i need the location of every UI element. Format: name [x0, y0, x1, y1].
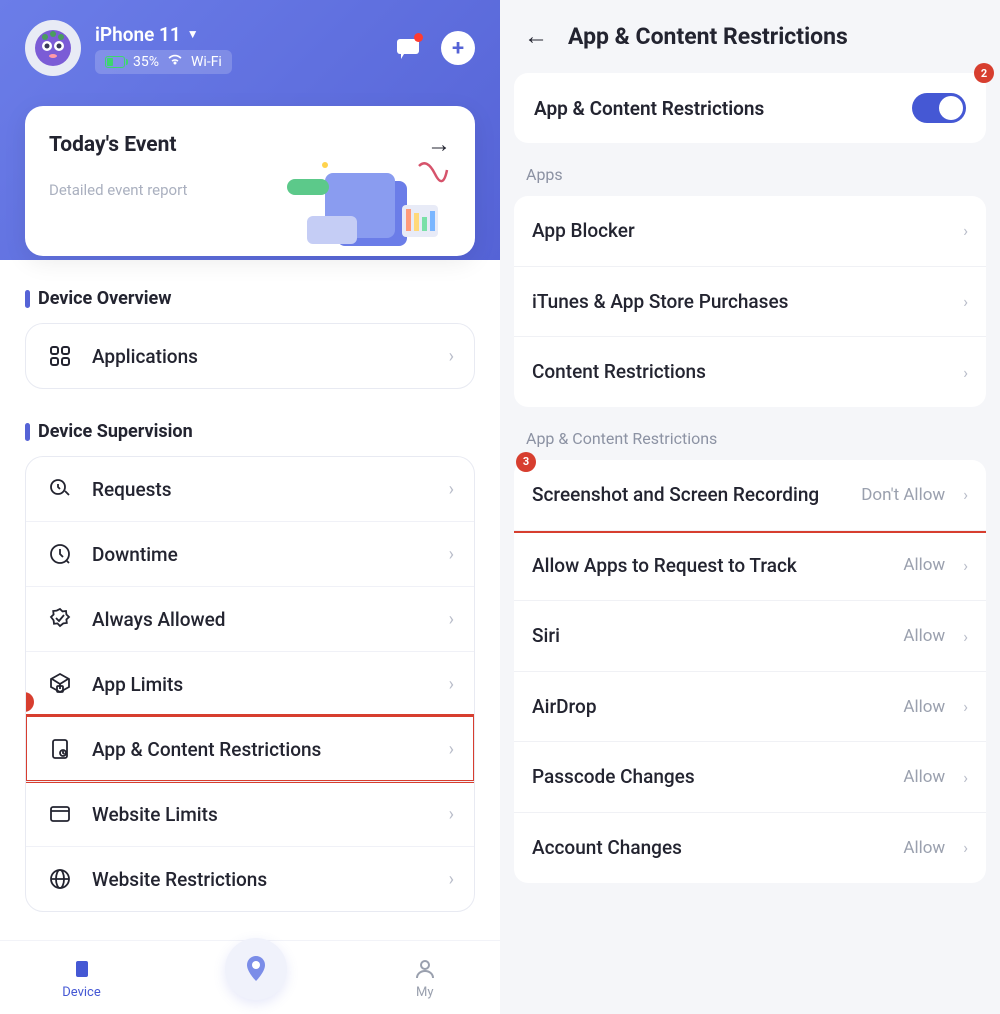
website-limits-icon	[46, 800, 74, 828]
app-limits-icon	[46, 670, 74, 698]
downtime-icon	[46, 540, 74, 568]
toggle-label: App & Content Restrictions	[534, 97, 764, 120]
chevron-right-icon: ›	[449, 544, 454, 565]
apps-settings-card: App Blocker › iTunes & App Store Purchas…	[514, 196, 986, 407]
chevron-right-icon: ›	[449, 674, 454, 695]
always-allowed-icon	[46, 605, 74, 633]
chevron-right-icon: ›	[963, 485, 968, 504]
section-supervision: Device Supervision	[25, 421, 475, 442]
menu-app-content-restrictions[interactable]: App & Content Restrictions ›	[26, 716, 474, 781]
device-icon	[69, 956, 95, 982]
avatar	[25, 20, 81, 76]
website-restrictions-icon	[46, 865, 74, 893]
chevron-right-icon: ›	[449, 479, 454, 500]
wifi-icon	[167, 54, 183, 70]
nav-my[interactable]: My	[412, 956, 438, 1000]
row-screenshot-recording[interactable]: Screenshot and Screen Recording Don't Al…	[514, 460, 986, 530]
row-app-blocker[interactable]: App Blocker ›	[514, 196, 986, 266]
event-title: Today's Event	[49, 133, 176, 157]
event-illustration	[287, 161, 457, 256]
back-button[interactable]: ←	[524, 22, 548, 51]
chat-button[interactable]	[391, 31, 425, 65]
menu-requests[interactable]: Requests ›	[26, 457, 474, 521]
chevron-right-icon: ›	[963, 221, 968, 240]
connection-type: Wi-Fi	[191, 54, 222, 70]
page-title: App & Content Restrictions	[568, 23, 848, 50]
section-overview: Device Overview	[25, 288, 475, 309]
chevron-right-icon: ›	[963, 697, 968, 716]
row-account-changes[interactable]: Account Changes Allow ›	[514, 812, 986, 883]
menu-always-allowed[interactable]: Always Allowed ›	[26, 586, 474, 651]
location-pin-icon	[240, 953, 272, 985]
chevron-right-icon: ›	[449, 869, 454, 890]
main-toggle-card: 2 App & Content Restrictions	[514, 73, 986, 143]
bottom-nav: Device My	[0, 940, 500, 1014]
left-panel: iPhone 11 ▼ 35% Wi-Fi	[0, 0, 500, 1014]
chevron-right-icon: ›	[963, 363, 968, 382]
apps-icon	[46, 342, 74, 370]
device-status: 35% Wi-Fi	[95, 50, 232, 74]
apps-section-label: Apps	[514, 143, 986, 196]
requests-icon	[46, 475, 74, 503]
event-card[interactable]: Today's Event → Detailed event report	[25, 106, 475, 256]
profile-icon	[412, 956, 438, 982]
row-airdrop[interactable]: AirDrop Allow ›	[514, 671, 986, 742]
row-content-restrictions[interactable]: Content Restrictions ›	[514, 336, 986, 407]
chevron-right-icon: ›	[963, 292, 968, 311]
row-tracking[interactable]: Allow Apps to Request to Track Allow ›	[514, 530, 986, 601]
chevron-right-icon: ›	[449, 609, 454, 630]
nav-device[interactable]: Device	[62, 956, 101, 1000]
battery-percent: 35%	[133, 54, 159, 70]
chevron-right-icon: ›	[963, 627, 968, 646]
menu-applications[interactable]: Applications ›	[26, 324, 474, 388]
chevron-right-icon: ›	[449, 804, 454, 825]
chevron-right-icon: ›	[449, 739, 454, 760]
right-panel: ← App & Content Restrictions 2 App & Con…	[500, 0, 1000, 1014]
menu-downtime[interactable]: Downtime ›	[26, 521, 474, 586]
arrow-right-icon: →	[427, 130, 451, 159]
chevron-right-icon: ›	[963, 556, 968, 575]
chevron-right-icon: ›	[963, 838, 968, 857]
supervision-menu: 1 Requests › Downtime › Always Allowed ›…	[25, 456, 475, 912]
overview-menu: Applications ›	[25, 323, 475, 389]
restrictions-toggle[interactable]	[912, 93, 966, 123]
row-passcode-changes[interactable]: Passcode Changes Allow ›	[514, 741, 986, 812]
dropdown-caret-icon: ▼	[187, 27, 199, 41]
menu-app-limits[interactable]: App Limits ›	[26, 651, 474, 716]
toggle-knob	[939, 96, 963, 120]
annotation-2: 2	[974, 63, 994, 83]
menu-website-limits[interactable]: Website Limits ›	[26, 781, 474, 846]
chevron-right-icon: ›	[963, 768, 968, 787]
nav-location[interactable]	[225, 938, 287, 1000]
battery-icon	[105, 56, 125, 68]
annotation-3: 3	[516, 452, 536, 472]
device-name: iPhone 11	[95, 23, 181, 46]
restrictions-section-label: App & Content Restrictions	[514, 407, 986, 460]
restrictions-settings-card: Screenshot and Screen Recording Don't Al…	[514, 460, 986, 883]
menu-website-restrictions[interactable]: Website Restrictions ›	[26, 846, 474, 911]
restrictions-icon	[46, 735, 74, 763]
row-itunes-purchases[interactable]: iTunes & App Store Purchases ›	[514, 266, 986, 337]
notification-dot-icon	[414, 33, 423, 42]
chevron-right-icon: ›	[449, 346, 454, 367]
device-selector[interactable]: iPhone 11 ▼ 35% Wi-Fi	[25, 20, 232, 76]
add-button[interactable]: +	[441, 31, 475, 65]
row-siri[interactable]: Siri Allow ›	[514, 600, 986, 671]
